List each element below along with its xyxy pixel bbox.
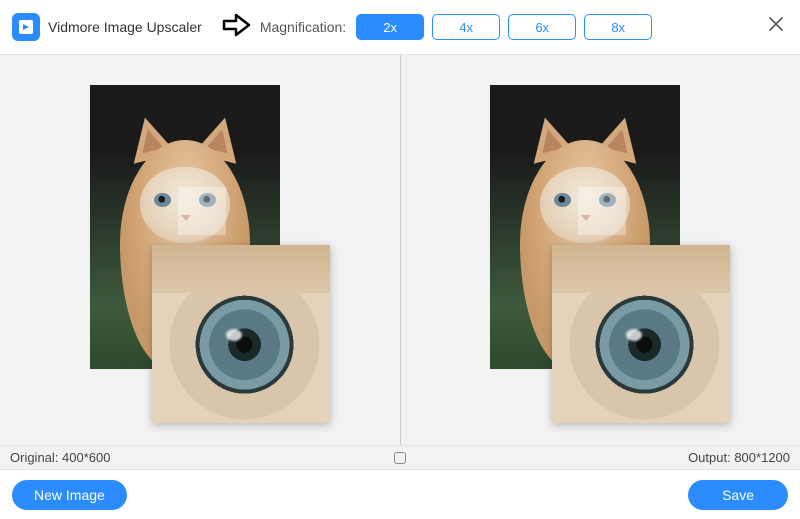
magnification-option-4x[interactable]: 4x [432,14,500,40]
save-button[interactable]: Save [688,480,788,510]
compare-area [0,54,800,446]
footer: New Image Save [0,470,800,519]
magnification-buttons: 2x 4x 6x 8x [356,14,652,40]
zoom-selection-box[interactable] [578,187,626,235]
original-zoom-preview [152,245,330,423]
output-size-value: 800*1200 [734,450,790,465]
magnification-label: Magnification: [260,19,346,35]
zoom-selection-box[interactable] [178,187,226,235]
info-bar: Original: 400*600 Output: 800*1200 [0,446,800,470]
close-icon [766,14,786,34]
original-label: Original: [10,450,58,465]
original-image-preview [70,85,330,425]
output-label: Output: [688,450,731,465]
magnification-option-8x[interactable]: 8x [584,14,652,40]
app-title: Vidmore Image Upscaler [48,19,202,35]
output-zoom-preview [552,245,730,423]
output-size-info: Output: 800*1200 [688,450,790,465]
output-panel [400,55,800,445]
output-image-preview [470,85,730,425]
new-image-button[interactable]: New Image [12,480,127,510]
arrow-right-icon [222,12,252,43]
logo-icon [17,18,35,36]
original-panel [0,55,400,445]
app-logo [12,13,40,41]
original-size-value: 400*600 [62,450,110,465]
header: Vidmore Image Upscaler Magnification: 2x… [0,0,800,54]
magnification-option-6x[interactable]: 6x [508,14,576,40]
magnification-option-2x[interactable]: 2x [356,14,424,40]
close-button[interactable] [766,14,786,39]
original-size-info: Original: 400*600 [10,450,111,465]
link-checkbox[interactable] [394,452,406,464]
